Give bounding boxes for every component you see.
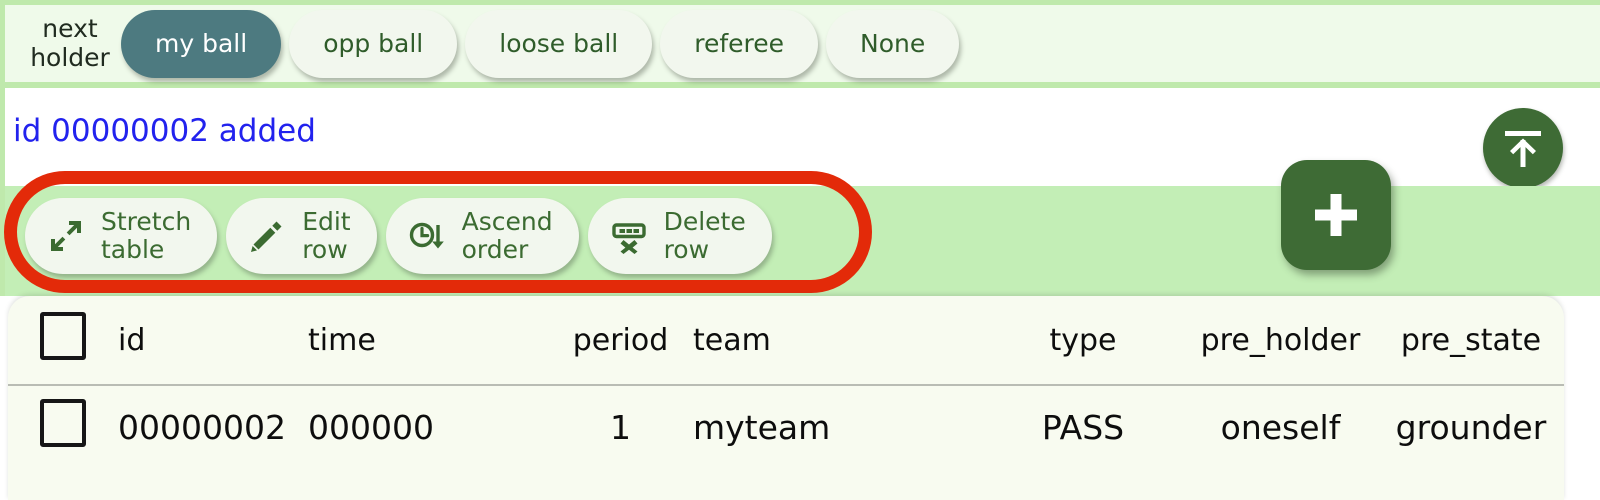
column-header-pre-state[interactable]: pre_state [1378,296,1564,386]
chip-opp-ball[interactable]: opp ball [289,9,458,78]
delete-row-button[interactable]: Delete row [587,198,772,274]
delete-row-label: Delete row [663,207,746,264]
cell-type: PASS [1041,407,1125,447]
events-table-panel: id time period team type pre_holder pre_… [8,296,1564,500]
chip-my-ball-label: my ball [155,29,248,58]
stretch-table-label: Stretch table [101,207,192,264]
column-header-time[interactable]: time [308,296,548,386]
chip-loose-ball[interactable]: loose ball [465,9,653,78]
upload-to-top-icon [1505,131,1541,167]
next-holder-selector-bar: next holder my ball opp ball loose ball … [0,0,1600,88]
table-row[interactable]: 00000002 000000 1 myteam PASS oneself gr… [8,385,1564,468]
clock-arrow-down-icon [408,217,446,255]
row-delete-icon [610,217,648,255]
table-header-row: id time period team type pre_holder pre_… [8,296,1564,386]
column-header-type[interactable]: type [983,296,1183,386]
add-row-button[interactable] [1281,160,1391,270]
events-table: id time period team type pre_holder pre_… [8,296,1564,468]
expand-diagonal-icon [47,217,85,255]
chip-referee[interactable]: referee [660,9,819,78]
pencil-icon [248,217,286,255]
chip-my-ball[interactable]: my ball [121,9,282,78]
row-select-cell[interactable] [8,385,118,468]
select-all-cell[interactable] [8,296,118,386]
next-holder-label: next holder [30,13,110,72]
chip-referee-label: referee [694,29,785,58]
column-header-id[interactable]: id [118,296,308,386]
plus-icon [1315,194,1357,236]
cell-period: 1 [610,407,631,447]
cell-pre-state: grounder [1395,407,1547,447]
row-checkbox[interactable] [40,399,86,447]
chip-loose-ball-label: loose ball [499,29,619,58]
status-message: id 00000002 added [13,113,316,149]
stretch-table-button[interactable]: Stretch table [25,198,218,274]
chip-opp-ball-label: opp ball [323,29,424,58]
chip-none-label: None [860,29,926,58]
table-toolbar: Stretch table Edit row Ascend order Dele… [25,198,772,274]
upload-to-top-button[interactable] [1483,108,1563,188]
select-all-checkbox[interactable] [40,312,86,360]
cell-team: myteam [693,407,831,447]
column-header-pre-holder[interactable]: pre_holder [1183,296,1378,386]
next-holder-chip-group: my ball opp ball loose ball referee None [121,9,960,78]
column-header-team[interactable]: team [693,296,983,386]
cell-time: 000000 [308,407,434,447]
chip-none[interactable]: None [826,9,960,78]
ascend-order-label: Ascend order [461,207,553,264]
ascend-order-button[interactable]: Ascend order [385,198,579,274]
cell-id: 00000002 [118,407,286,447]
column-header-period[interactable]: period [548,296,693,386]
edit-row-button[interactable]: Edit row [226,198,377,274]
edit-row-label: Edit row [302,207,351,264]
cell-pre-holder: oneself [1220,407,1341,447]
